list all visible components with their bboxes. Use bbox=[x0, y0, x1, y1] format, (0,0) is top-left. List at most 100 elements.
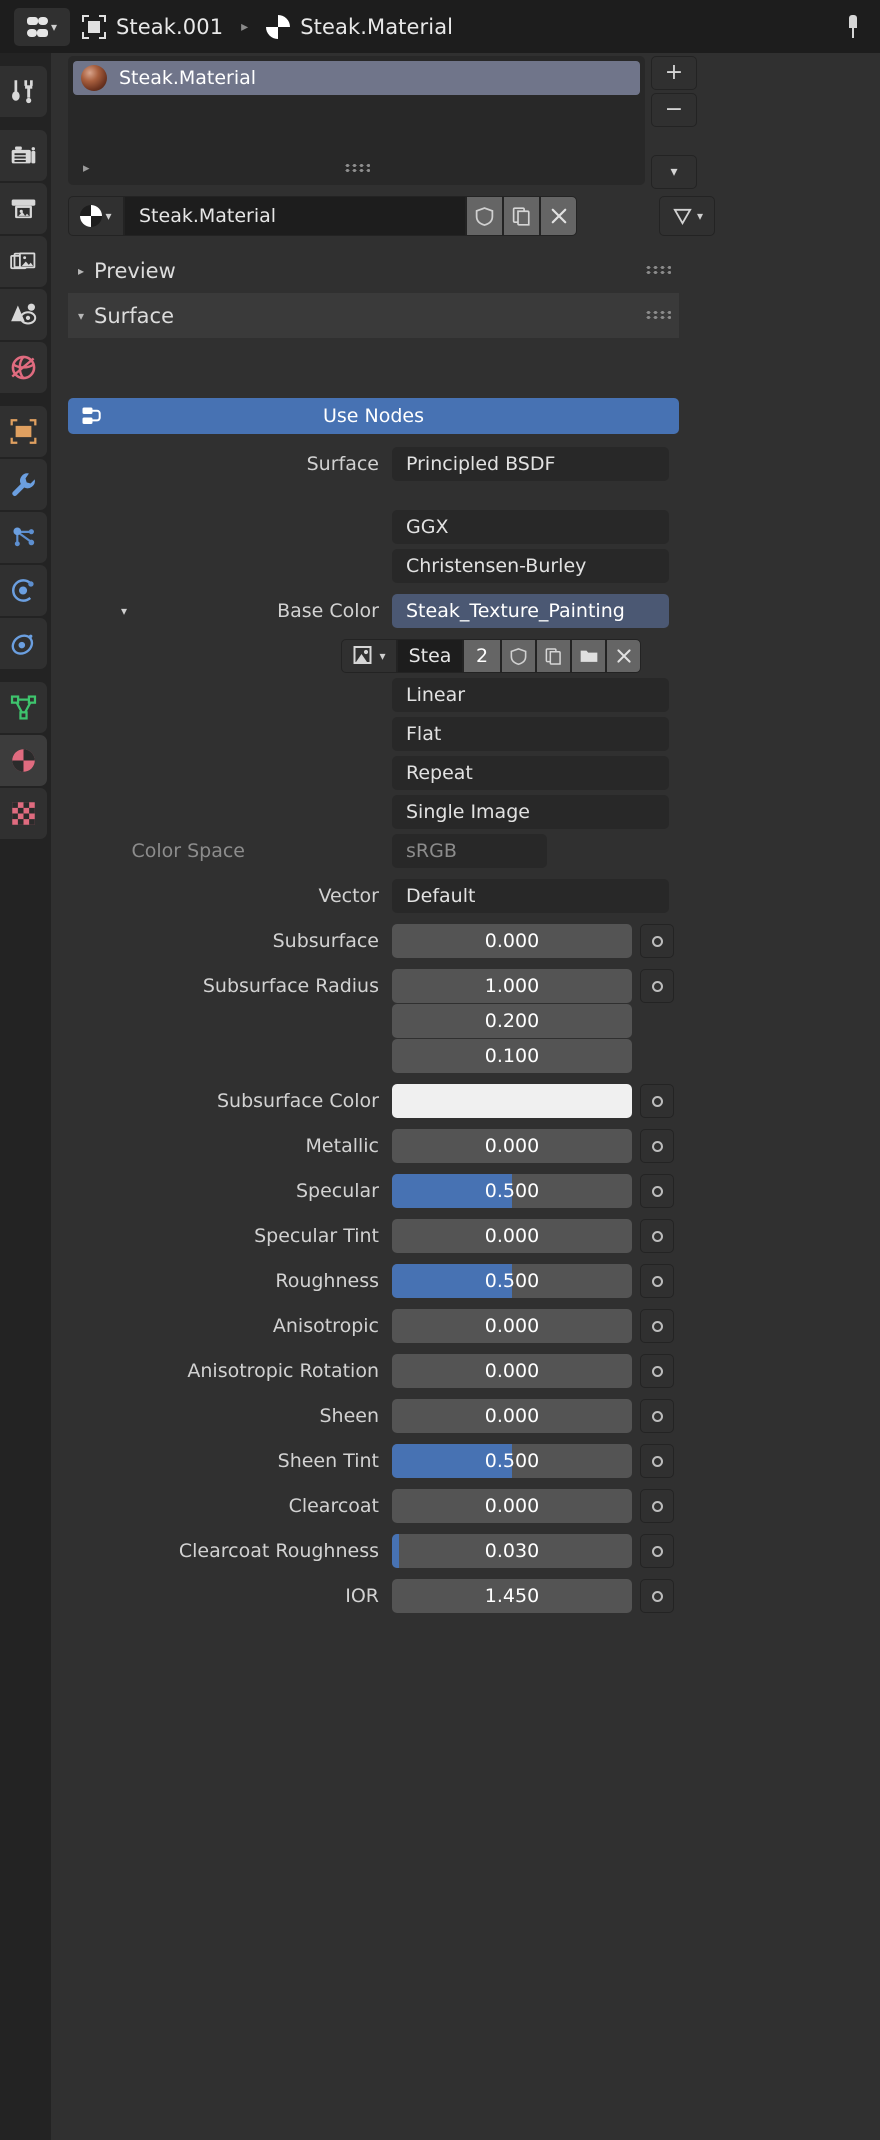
material-slot-item[interactable]: Steak.Material bbox=[73, 61, 640, 95]
drag-grip-icon[interactable] bbox=[343, 163, 370, 172]
anisotropic-socket-button[interactable] bbox=[640, 1309, 674, 1343]
sidebar-item-scene[interactable] bbox=[0, 289, 47, 340]
clearcoat-row: Clearcoat 0.000 bbox=[68, 1489, 679, 1523]
add-slot-button[interactable]: + bbox=[651, 56, 697, 90]
remove-slot-button[interactable]: − bbox=[651, 93, 697, 127]
scene-icon bbox=[11, 303, 37, 325]
image-name-field[interactable]: Stea bbox=[397, 639, 463, 673]
sheen-socket-button[interactable] bbox=[640, 1399, 674, 1433]
distribution-dropdown[interactable]: GGX bbox=[392, 510, 669, 544]
sidebar-item-modifiers[interactable] bbox=[0, 459, 47, 510]
subsurface-radius-y[interactable]: 0.200 bbox=[392, 1004, 632, 1038]
fake-user-button[interactable] bbox=[466, 196, 503, 236]
drag-grip-icon[interactable] bbox=[645, 265, 671, 274]
image-fake-user-button[interactable] bbox=[501, 639, 536, 673]
sheen-slider[interactable]: 0.000 bbox=[392, 1399, 632, 1433]
material-slot-label: Steak.Material bbox=[119, 67, 257, 89]
roughness-slider[interactable]: 0.500 bbox=[392, 1264, 632, 1298]
section-preview[interactable]: ▸ Preview bbox=[68, 248, 679, 293]
subsurface-radius-socket-button[interactable] bbox=[640, 969, 674, 1003]
sidebar-item-world[interactable] bbox=[0, 342, 47, 393]
image-browse-button[interactable]: ▾ bbox=[341, 639, 397, 673]
metallic-socket-button[interactable] bbox=[640, 1129, 674, 1163]
interpolation-dropdown[interactable]: Linear bbox=[392, 678, 669, 712]
subsurface-slider[interactable]: 0.000 bbox=[392, 924, 632, 958]
drag-grip-icon[interactable] bbox=[645, 310, 671, 319]
triangle-down-icon[interactable]: ▾ bbox=[121, 604, 127, 618]
base-color-row: ▾ Base Color Steak_Texture_Painting bbox=[68, 594, 679, 628]
pin-icon[interactable] bbox=[842, 14, 864, 39]
editor-header: ▾ Steak.001 ▸ Steak.Material bbox=[0, 0, 880, 53]
subsurface-socket-button[interactable] bbox=[640, 924, 674, 958]
node-socket-icon bbox=[651, 1365, 663, 1377]
specular-tint-slider[interactable]: 0.000 bbox=[392, 1219, 632, 1253]
sidebar-item-render[interactable] bbox=[0, 130, 47, 181]
breadcrumb-object-label[interactable]: Steak.001 bbox=[116, 15, 223, 39]
clearcoat-roughness-socket-button[interactable] bbox=[640, 1534, 674, 1568]
distribution-row: GGX bbox=[68, 510, 679, 544]
subsurface-color-swatch[interactable] bbox=[392, 1084, 632, 1118]
metallic-slider[interactable]: 0.000 bbox=[392, 1129, 632, 1163]
sidebar-item-object[interactable] bbox=[0, 406, 47, 457]
image-open-button[interactable] bbox=[571, 639, 606, 673]
specular-slider[interactable]: 0.500 bbox=[392, 1174, 632, 1208]
extension-dropdown[interactable]: Repeat bbox=[392, 756, 669, 790]
ior-socket-button[interactable] bbox=[640, 1579, 674, 1613]
triangle-right-icon[interactable]: ▸ bbox=[83, 161, 90, 176]
sheen-tint-row: Sheen Tint 0.500 bbox=[68, 1444, 679, 1478]
subsurface-color-socket-button[interactable] bbox=[640, 1084, 674, 1118]
sidebar-item-texture[interactable] bbox=[0, 788, 47, 839]
base-color-value[interactable]: Steak_Texture_Painting bbox=[392, 594, 669, 628]
sidebar-item-material[interactable] bbox=[0, 735, 47, 786]
source-dropdown[interactable]: Single Image bbox=[392, 795, 669, 829]
material-name-field[interactable]: Steak.Material bbox=[124, 196, 466, 236]
specular-value: 0.500 bbox=[484, 1180, 540, 1202]
sidebar-item-object-data[interactable] bbox=[0, 682, 47, 733]
use-nodes-label: Use Nodes bbox=[322, 405, 425, 427]
surface-shader-value[interactable]: Principled BSDF bbox=[392, 447, 669, 481]
image-users-count[interactable]: 2 bbox=[463, 639, 501, 673]
subsurface-method-dropdown[interactable]: Christensen-Burley bbox=[392, 549, 669, 583]
clearcoat-slider[interactable]: 0.000 bbox=[392, 1489, 632, 1523]
new-material-button[interactable] bbox=[503, 196, 540, 236]
slot-menu-button[interactable]: ▾ bbox=[651, 155, 697, 189]
material-datablock-row: ▾ Steak.Material bbox=[68, 196, 577, 236]
chevron-down-icon: ▾ bbox=[105, 209, 112, 223]
specular-tint-socket-button[interactable] bbox=[640, 1219, 674, 1253]
color-space-dropdown[interactable]: sRGB bbox=[392, 834, 547, 868]
material-browse-button[interactable]: ▾ bbox=[68, 196, 124, 236]
sidebar-item-particles[interactable] bbox=[0, 512, 47, 563]
anisotropic-rotation-socket-button[interactable] bbox=[640, 1354, 674, 1388]
use-nodes-button[interactable]: Use Nodes bbox=[68, 398, 679, 434]
sidebar-item-physics[interactable] bbox=[0, 565, 47, 616]
display-filter-button[interactable]: ▾ bbox=[659, 196, 715, 236]
anisotropic-slider[interactable]: 0.000 bbox=[392, 1309, 632, 1343]
vector-value[interactable]: Default bbox=[392, 879, 669, 913]
image-unlink-button[interactable] bbox=[606, 639, 641, 673]
projection-dropdown[interactable]: Flat bbox=[392, 717, 669, 751]
anisotropic-rotation-slider[interactable]: 0.000 bbox=[392, 1354, 632, 1388]
section-surface[interactable]: ▾ Surface bbox=[68, 293, 679, 338]
subsurface-radius-z[interactable]: 0.100 bbox=[392, 1039, 632, 1073]
sheen-tint-slider[interactable]: 0.500 bbox=[392, 1444, 632, 1478]
specular-socket-button[interactable] bbox=[640, 1174, 674, 1208]
breadcrumb-material-label[interactable]: Steak.Material bbox=[300, 15, 453, 39]
material-slot-list[interactable]: Steak.Material ▸ bbox=[68, 56, 645, 185]
clearcoat-roughness-row: Clearcoat Roughness 0.030 bbox=[68, 1534, 679, 1568]
sidebar-item-constraints[interactable] bbox=[0, 618, 47, 669]
unlink-material-button[interactable] bbox=[540, 196, 577, 236]
ior-slider[interactable]: 1.450 bbox=[392, 1579, 632, 1613]
sheen-tint-socket-button[interactable] bbox=[640, 1444, 674, 1478]
anisotropic-label: Anisotropic bbox=[272, 1315, 379, 1337]
subsurface-radius-x[interactable]: 1.000 bbox=[392, 969, 632, 1003]
sidebar-item-output[interactable] bbox=[0, 183, 47, 234]
editor-type-selector[interactable]: ▾ bbox=[14, 7, 70, 46]
node-socket-icon bbox=[651, 1140, 663, 1152]
sidebar-item-tool[interactable] bbox=[0, 66, 47, 117]
roughness-socket-button[interactable] bbox=[640, 1264, 674, 1298]
roughness-row: Roughness 0.500 bbox=[68, 1264, 679, 1298]
image-new-copy-button[interactable] bbox=[536, 639, 571, 673]
clearcoat-socket-button[interactable] bbox=[640, 1489, 674, 1523]
sidebar-item-view-layer[interactable] bbox=[0, 236, 47, 287]
clearcoat-roughness-slider[interactable]: 0.030 bbox=[392, 1534, 632, 1568]
